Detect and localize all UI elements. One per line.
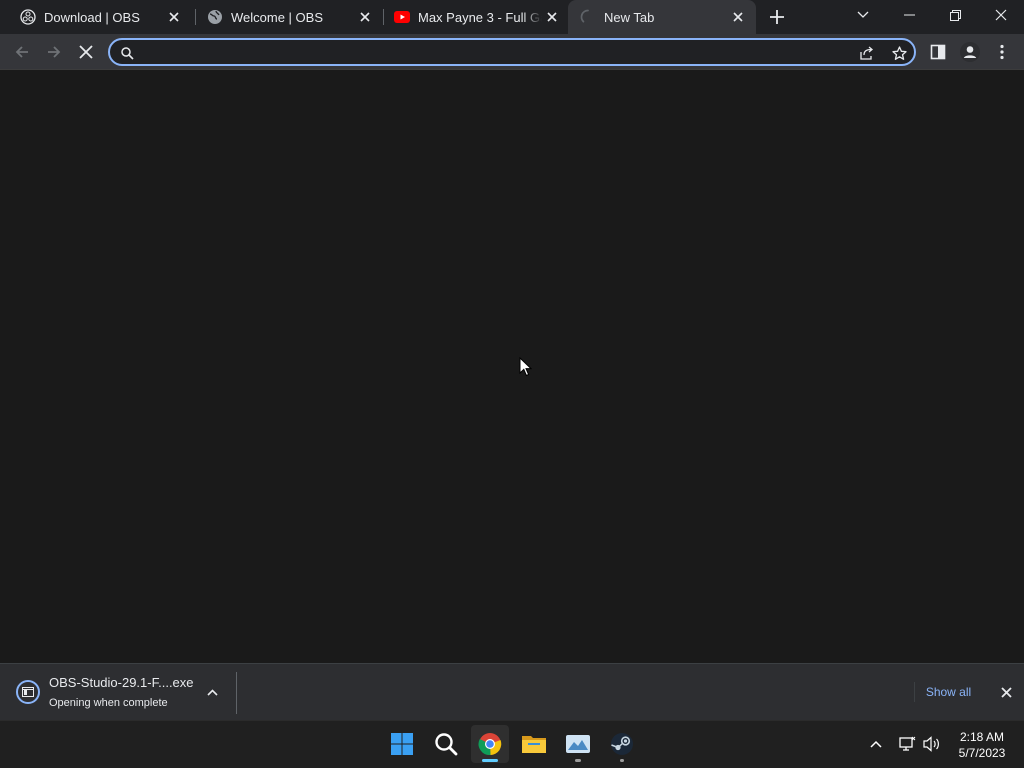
start-button[interactable] (383, 725, 421, 763)
tab-search-button[interactable] (840, 0, 886, 30)
kebab-menu-icon (1000, 44, 1004, 60)
address-input[interactable] (142, 43, 822, 61)
close-shelf-button[interactable] (996, 682, 1016, 702)
loading-spinner-icon (580, 9, 596, 25)
chevron-up-icon (870, 740, 882, 748)
download-item[interactable]: OBS-Studio-29.1-F....exe Opening when co… (0, 664, 236, 720)
close-icon[interactable] (164, 7, 184, 27)
close-icon[interactable] (355, 7, 375, 27)
close-icon[interactable] (728, 7, 748, 27)
restore-icon (949, 9, 961, 21)
download-shelf: OBS-Studio-29.1-F....exe Opening when co… (0, 663, 1024, 720)
stop-loading-button[interactable] (72, 38, 100, 66)
chrome-icon (478, 733, 502, 756)
address-bar[interactable] (108, 38, 916, 66)
network-icon (899, 736, 916, 751)
new-tab-button[interactable] (765, 5, 789, 29)
tab-download-obs[interactable]: Download | OBS (8, 0, 192, 34)
tab-new-tab[interactable]: New Tab (568, 0, 756, 34)
forward-button[interactable] (40, 38, 68, 66)
arrow-left-icon (15, 46, 28, 58)
taskbar-chrome[interactable] (471, 725, 509, 763)
show-all-button[interactable]: Show all (914, 682, 982, 702)
speaker-icon (923, 736, 939, 752)
avatar-icon (960, 42, 980, 62)
minimize-icon (903, 14, 915, 16)
close-icon (995, 9, 1007, 21)
tab-title: New Tab (604, 9, 655, 25)
side-panel-button[interactable] (924, 38, 952, 66)
close-icon (1000, 686, 1012, 698)
volume-button[interactable] (922, 733, 942, 755)
file-explorer-icon (522, 736, 546, 753)
active-indicator (482, 759, 498, 762)
close-icon[interactable] (542, 7, 562, 27)
obs-icon (20, 9, 36, 25)
download-options-button[interactable] (202, 682, 222, 702)
page-content (0, 71, 1024, 663)
side-panel-icon (930, 44, 946, 60)
chevron-up-icon (206, 688, 218, 696)
taskbar-steam[interactable] (603, 725, 641, 763)
close-window-button[interactable] (978, 0, 1024, 30)
restore-button[interactable] (932, 0, 978, 30)
taskbar: 2:18 AM 5/7/2023 (0, 720, 1024, 768)
tab-title: Download | OBS (44, 9, 140, 25)
mouse-cursor-icon (519, 356, 533, 382)
tab-welcome-obs[interactable]: Welcome | OBS (195, 0, 383, 34)
running-indicator (620, 759, 624, 762)
globe-icon (207, 9, 223, 25)
clock-date: 5/7/2023 (958, 746, 1006, 760)
search-icon (435, 733, 458, 756)
taskbar-file-explorer[interactable] (515, 725, 553, 763)
taskbar-photos[interactable] (559, 725, 597, 763)
plus-icon (770, 10, 784, 24)
menu-button[interactable] (988, 38, 1016, 66)
bookmark-star-icon[interactable] (890, 44, 908, 62)
network-button[interactable] (897, 733, 917, 755)
back-button[interactable] (8, 38, 36, 66)
share-icon[interactable] (858, 44, 876, 62)
download-status: Opening when complete (49, 697, 168, 709)
tab-max-payne[interactable]: Max Payne 3 - Full Game (382, 0, 570, 34)
steam-icon (611, 733, 633, 755)
chevron-down-icon (857, 11, 869, 18)
close-icon (79, 45, 93, 59)
photos-icon (566, 735, 590, 753)
arrow-right-icon (48, 46, 61, 58)
start-icon (391, 733, 413, 755)
running-indicator (575, 759, 581, 762)
tab-title: Welcome | OBS (231, 9, 323, 25)
download-filename: OBS-Studio-29.1-F....exe (49, 675, 194, 690)
profile-button[interactable] (956, 38, 984, 66)
show-hidden-icons-button[interactable] (866, 733, 886, 755)
minimize-button[interactable] (886, 0, 932, 30)
system-clock[interactable]: 2:18 AM 5/7/2023 (950, 729, 1014, 761)
taskbar-search-button[interactable] (427, 725, 465, 763)
divider (236, 672, 237, 714)
download-progress-icon (16, 680, 40, 704)
tab-strip: Download | OBS Welcome | OBS Max Payne 3… (0, 0, 1024, 34)
search-icon (118, 44, 136, 62)
clock-time: 2:18 AM (959, 730, 1005, 744)
tab-title: Max Payne 3 - Full Game (418, 9, 542, 25)
youtube-icon (394, 9, 410, 25)
